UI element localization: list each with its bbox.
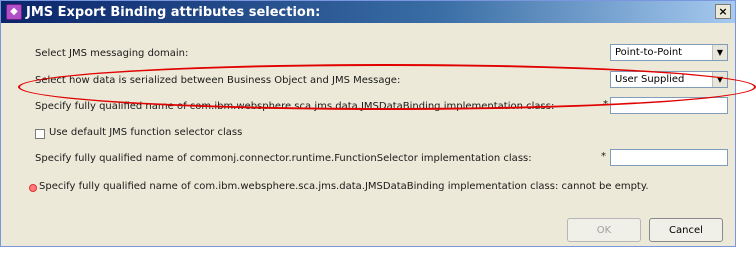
- selector-required-marker: *: [601, 151, 606, 162]
- default-selector-checkbox[interactable]: [35, 129, 45, 139]
- close-button[interactable]: ×: [715, 4, 731, 19]
- close-icon: ×: [718, 5, 728, 18]
- domain-select[interactable]: Point-to-Point ▼: [610, 44, 728, 61]
- selector-class-input[interactable]: [610, 149, 728, 166]
- databinding-class-input[interactable]: [610, 97, 728, 114]
- chevron-down-icon[interactable]: ▼: [712, 45, 727, 60]
- selector-label: Specify fully qualified name of commonj.…: [35, 153, 532, 164]
- app-icon: ◆: [6, 4, 22, 20]
- serialize-select-value: User Supplied: [615, 74, 685, 85]
- cancel-button[interactable]: Cancel: [649, 218, 723, 242]
- dialog-title: JMS Export Binding attributes selection:: [26, 4, 321, 20]
- error-message: Specify fully qualified name of com.ibm.…: [39, 181, 649, 192]
- ok-button[interactable]: OK: [567, 218, 641, 242]
- domain-label: Select JMS messaging domain:: [35, 48, 189, 59]
- serialize-select[interactable]: User Supplied ▼: [610, 71, 728, 88]
- domain-select-value: Point-to-Point: [615, 47, 683, 58]
- databinding-required-marker: *: [603, 99, 608, 110]
- error-icon: [29, 184, 37, 192]
- title-bar[interactable]: ◆ JMS Export Binding attributes selectio…: [1, 1, 735, 23]
- default-selector-label: Use default JMS function selector class: [49, 127, 243, 138]
- chevron-down-icon[interactable]: ▼: [712, 72, 727, 87]
- jms-export-binding-dialog: ◆ JMS Export Binding attributes selectio…: [0, 0, 736, 247]
- serialize-label: Select how data is serialized between Bu…: [35, 75, 401, 86]
- databinding-label: Specify fully qualified name of com.ibm.…: [35, 101, 555, 112]
